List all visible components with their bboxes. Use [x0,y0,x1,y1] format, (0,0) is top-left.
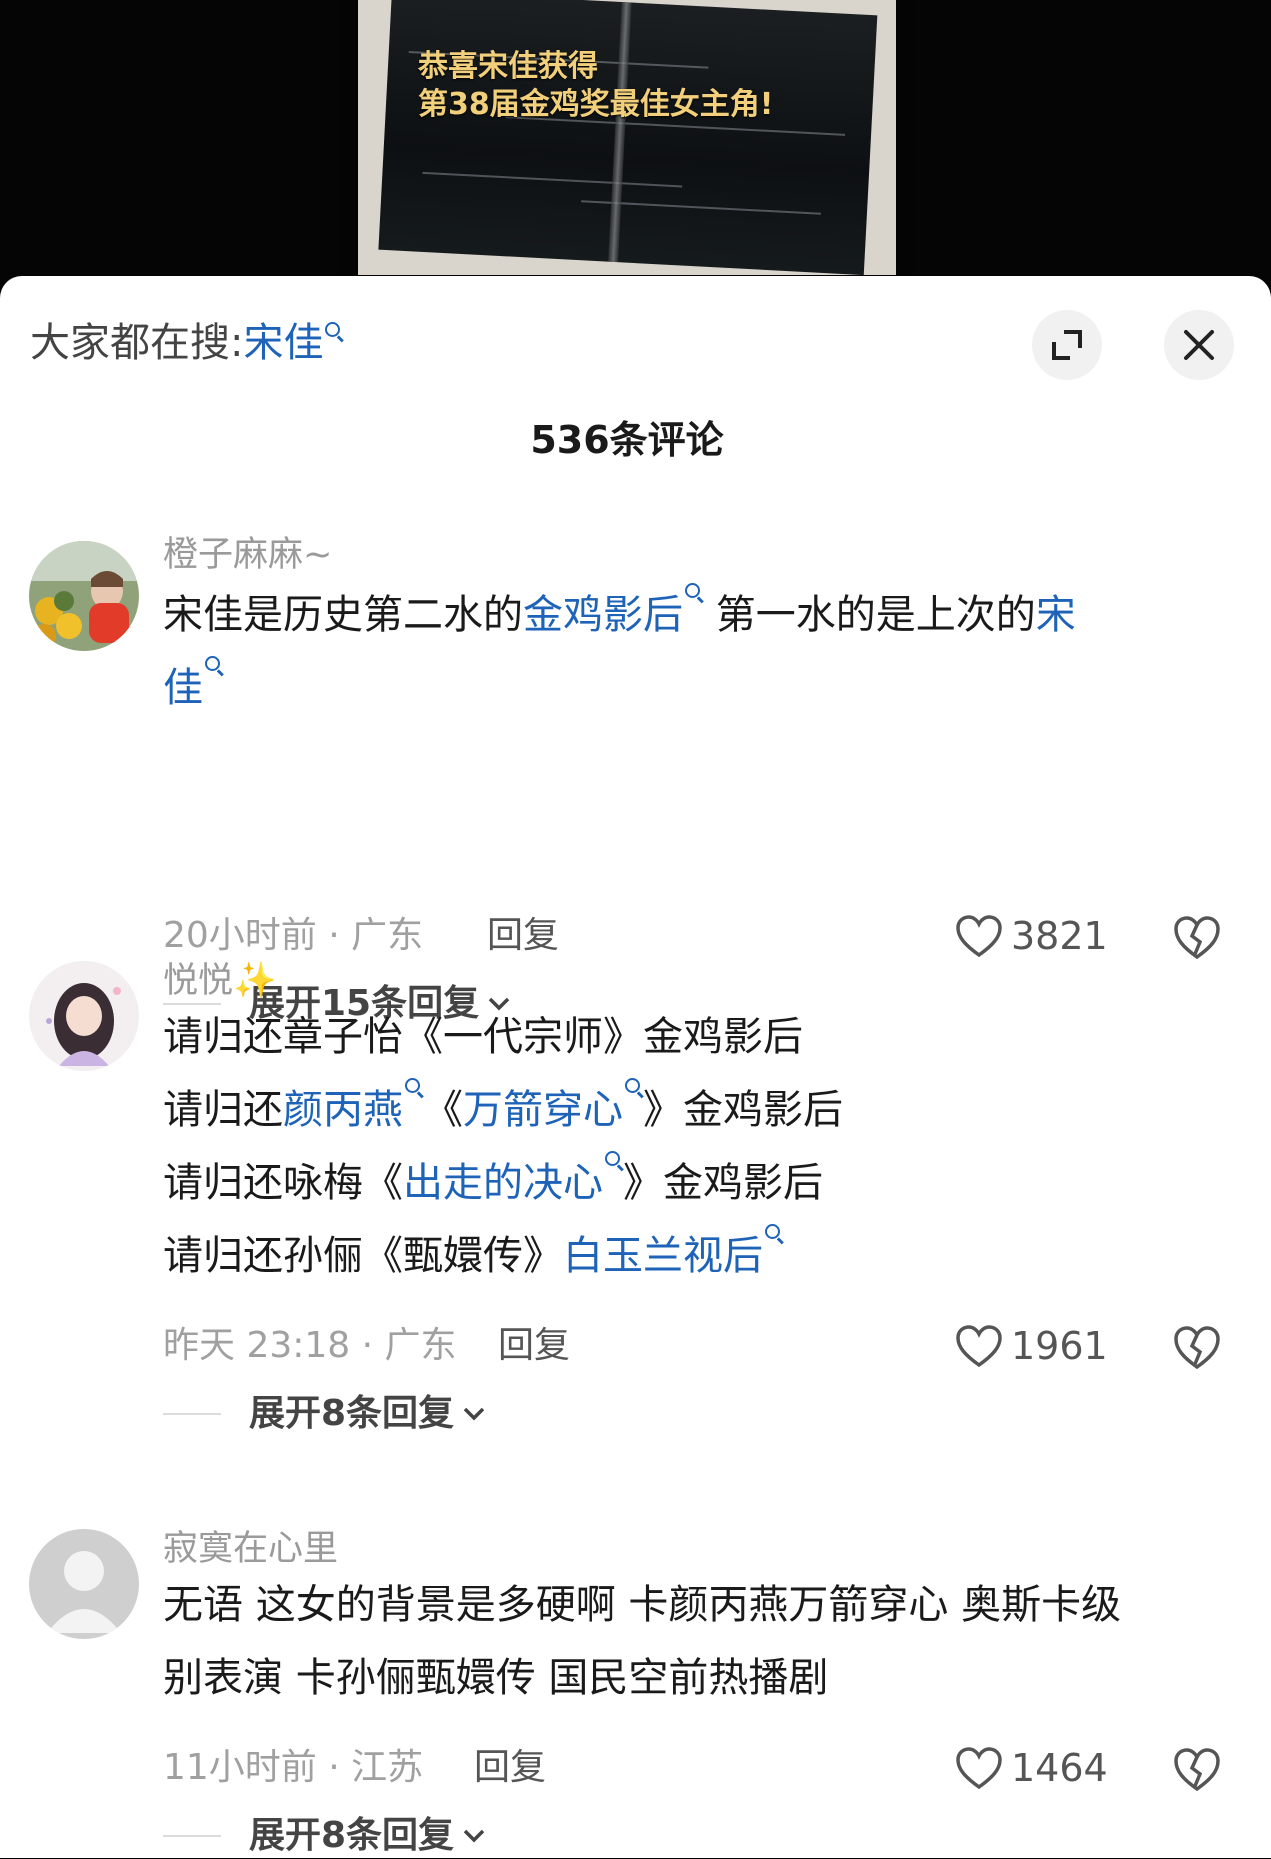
divider [163,1835,221,1837]
poster-caption: 恭喜宋佳获得 第38届金鸡奖最佳女主角! [418,48,773,124]
avatar[interactable] [29,961,139,1071]
username[interactable]: 悦悦✨ [163,959,277,1003]
search-icon [625,1078,643,1096]
text-segment: 》金鸡影后 [643,1087,843,1133]
text-segment: 请归还咏梅《 [163,1160,403,1206]
trending-search-prefix: 大家都在搜: [30,320,244,366]
username-text: 悦悦 [163,961,234,1001]
search-icon [605,1151,623,1169]
reply-button[interactable]: 回复 [498,1323,570,1369]
poster-photo [378,0,878,276]
like-button[interactable]: 3821 [955,913,1108,959]
like-count: 3821 [1011,914,1108,958]
search-link[interactable]: 白玉兰视后 [563,1233,763,1279]
chevron-down-icon [463,1407,485,1421]
expand-icon [1052,330,1082,360]
search-link[interactable]: 万箭穿心 [463,1087,623,1133]
text-segment: 《 [423,1087,463,1133]
video-frame[interactable]: 恭喜宋佳获得 第38届金鸡奖最佳女主角! [0,0,1271,290]
comment-time-location: 昨天 23:18 · 广东 [163,1325,457,1366]
text-segment: 》金鸡影后 [623,1160,823,1206]
avatar[interactable] [29,1529,139,1639]
text-segment: 请归还章子怡《一代宗师》金鸡影后 [163,1014,803,1060]
text-segment: 宋佳是历史第二水的 [163,592,523,638]
search-link[interactable]: 宋 [1036,592,1076,638]
avatar[interactable] [29,541,139,651]
heart-icon [956,1747,1002,1790]
expand-replies[interactable]: 展开8条回复 [163,1391,486,1437]
search-link[interactable]: 颜丙燕 [283,1087,403,1133]
text-segment: 别表演 卡孙俪甄嬛传 国民空前热播剧 [163,1655,829,1701]
comment-time-location: 20小时前 · 广东 [163,915,424,956]
divider [163,1413,221,1415]
search-link[interactable]: 金鸡影后 [523,592,683,638]
poster-line-1: 恭喜宋佳获得 [418,49,598,84]
comment-text: 宋佳是历史第二水的金鸡影后 第一水的是上次的宋 佳 [163,579,1213,725]
heart-icon [956,915,1002,958]
search-icon [685,583,703,601]
comment-panel: 大家都在搜:宋佳 536条评论 橙子麻麻~ 宋佳是历史第二水的金鸡影后 第一水的… [0,276,1271,1858]
expand-button[interactable] [1032,310,1102,380]
broken-heart-icon[interactable] [1172,914,1222,960]
heart-icon [956,1325,1002,1368]
close-icon [1184,330,1214,360]
like-count: 1961 [1011,1324,1108,1368]
text-segment: 无语 这女的背景是多硬啊 卡颜丙燕万箭穿心 奥斯卡级 [163,1582,1122,1628]
text-segment: 请归还孙俪《甄嬛传》 [163,1233,563,1279]
reply-button[interactable]: 回复 [474,1745,546,1791]
like-button[interactable]: 1464 [955,1745,1108,1791]
expand-replies[interactable]: 展开8条回复 [163,1813,486,1859]
comment-text: 无语 这女的背景是多硬啊 卡颜丙燕万箭穿心 奥斯卡级 别表演 卡孙俪甄嬛传 国民… [163,1569,1213,1715]
search-icon [205,656,223,674]
comment-count-title: 536条评论 [530,418,724,462]
comment-time-location: 11小时前 · 江苏 [163,1747,424,1788]
username[interactable]: 橙子麻麻~ [163,533,332,577]
username[interactable]: 寂寞在心里 [163,1527,338,1571]
poster-line-2: 第38届金鸡奖最佳女主角! [418,87,774,122]
chevron-down-icon [463,1829,485,1843]
text-segment: 第一水的是上次的 [703,592,1036,638]
comment-text: 请归还章子怡《一代宗师》金鸡影后 请归还颜丙燕 《万箭穿心 》金鸡影后 请归还咏梅《… [163,1001,1213,1293]
search-icon [325,322,343,340]
expand-replies-label: 展开8条回复 [249,1815,455,1856]
trending-search-term[interactable]: 宋佳 [243,320,323,366]
search-link[interactable]: 出走的决心 [403,1160,603,1206]
expand-replies-label: 展开8条回复 [249,1393,455,1434]
sparkles-emoji: ✨ [233,961,277,1001]
search-link[interactable]: 佳 [163,665,203,711]
like-button[interactable]: 1961 [955,1323,1108,1369]
trending-search[interactable]: 大家都在搜:宋佳 [30,318,343,368]
search-icon [765,1224,783,1242]
broken-heart-icon[interactable] [1172,1324,1222,1370]
congratulation-poster: 恭喜宋佳获得 第38届金鸡奖最佳女主角! [358,0,896,276]
reply-button[interactable]: 回复 [487,913,559,959]
search-icon [405,1078,423,1096]
broken-heart-icon[interactable] [1172,1746,1222,1792]
close-button[interactable] [1164,310,1234,380]
text-segment: 请归还 [163,1087,283,1133]
like-count: 1464 [1011,1746,1108,1790]
